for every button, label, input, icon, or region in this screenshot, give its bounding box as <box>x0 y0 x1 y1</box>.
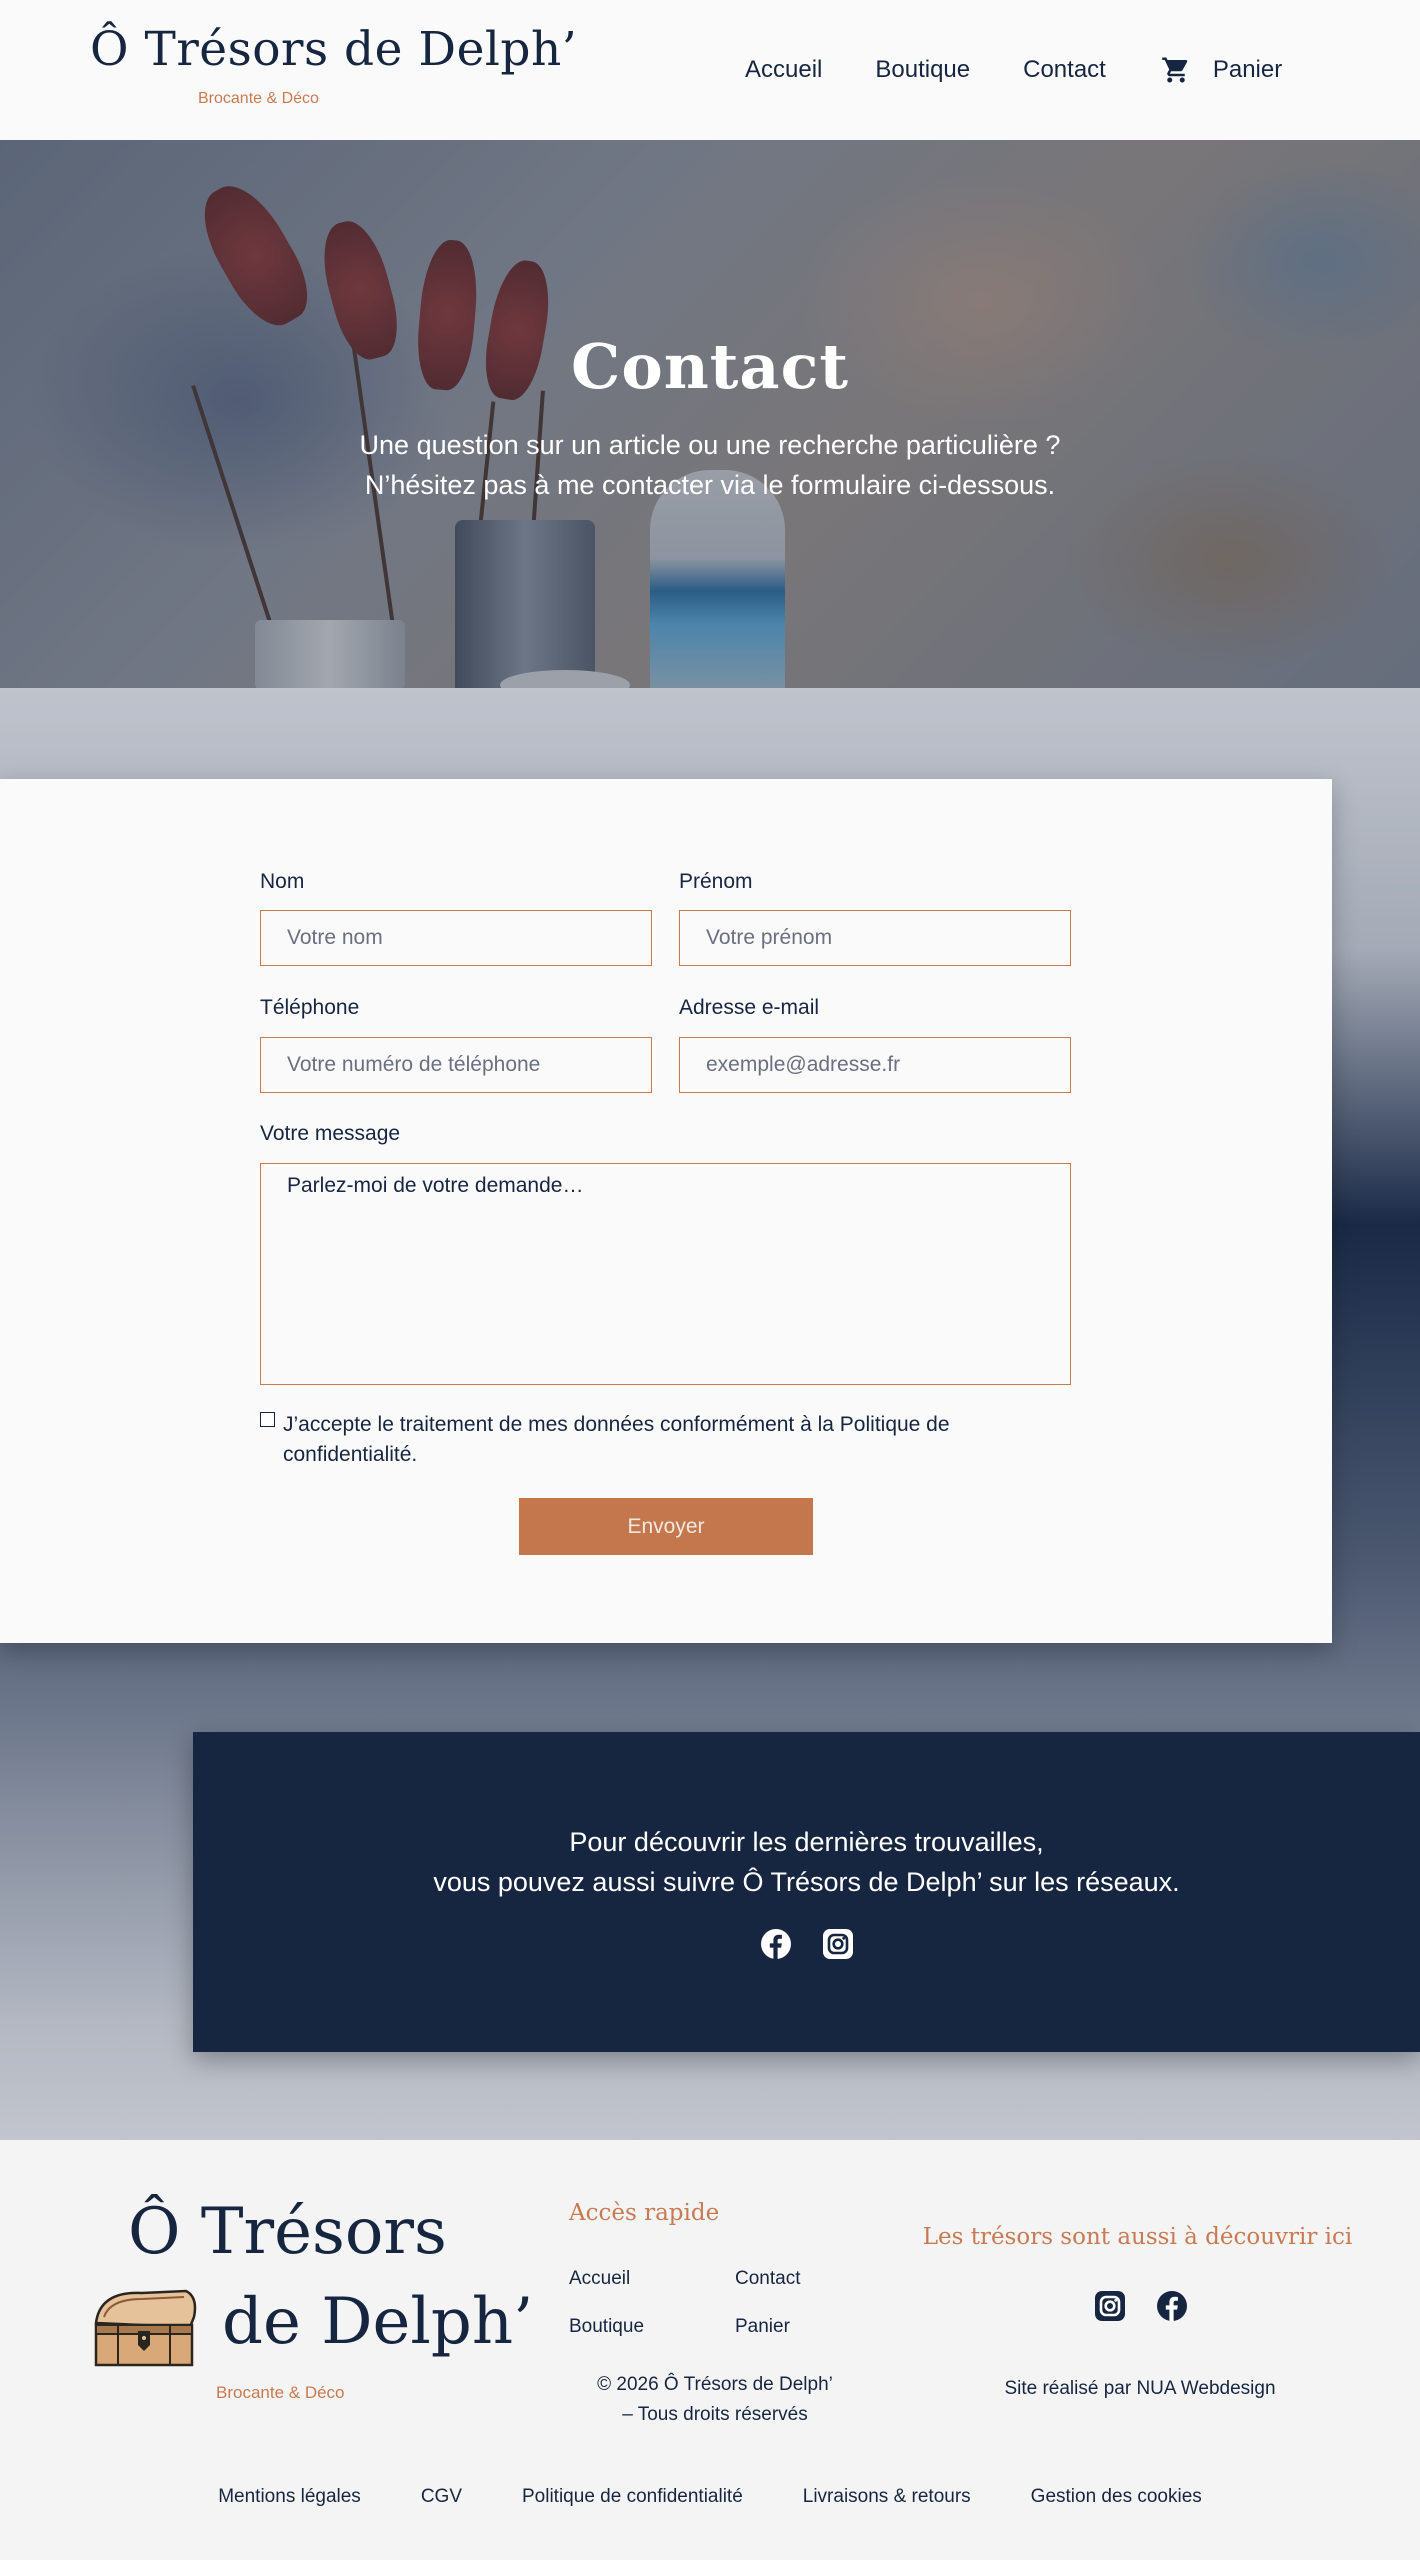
main-nav: Accueil Boutique Contact Panier <box>745 55 1282 85</box>
prenom-input[interactable] <box>679 910 1071 966</box>
hero-banner: Contact Une question sur un article ou u… <box>0 140 1420 688</box>
footer-logo[interactable]: Ô Trésors de Delph’ Brocante & Déco <box>90 2195 533 2402</box>
copyright: © 2026 Ô Trésors de Delph’ – Tous droits… <box>560 2370 870 2430</box>
social-banner-icons <box>193 1928 1420 1960</box>
page-title: Contact <box>571 330 849 403</box>
consent-text: J’accepte le traitement de mes données c… <box>283 1413 950 1466</box>
logo-title: Ô Trésors de Delph’ <box>90 22 578 77</box>
nav-item-contact[interactable]: Contact <box>1023 56 1106 84</box>
consent-row[interactable]: J’accepte le traitement de mes données c… <box>260 1410 1080 1470</box>
footer-logo-line1: Ô Trésors <box>128 2195 447 2269</box>
legal-link-cookies[interactable]: Gestion des cookies <box>1031 2486 1202 2508</box>
legal-link-shipping[interactable]: Livraisons & retours <box>803 2486 971 2508</box>
footer-logo-line2: de Delph’ <box>222 2285 534 2359</box>
nav-panier-label: Panier <box>1212 56 1283 83</box>
legal-link-cgv[interactable]: CGV <box>421 2486 462 2508</box>
message-label: Votre message <box>260 1122 401 1145</box>
footer-link-boutique[interactable]: Boutique <box>569 2316 644 2338</box>
copyright-line2: – Tous droits réservés <box>622 2404 808 2425</box>
logo-tagline: Brocante & Déco <box>198 90 319 107</box>
email-input[interactable] <box>679 1037 1071 1093</box>
footer-social-title: Les trésors sont aussi à découvrir ici <box>922 2224 1353 2250</box>
footer-link-accueil[interactable]: Accueil <box>569 2268 630 2290</box>
telephone-input[interactable] <box>260 1037 652 1093</box>
nav-item-accueil[interactable]: Accueil <box>745 56 822 84</box>
site-header: Ô Trésors de Delph’ Brocante & Déco Accu… <box>0 0 1420 140</box>
nom-input[interactable] <box>260 910 652 966</box>
social-banner: Pour découvrir les dernières trouvailles… <box>193 1732 1420 2052</box>
hero-subtitle-line2: N’hésitez pas à me contacter via le form… <box>364 470 1056 500</box>
copyright-line1: © 2026 Ô Trésors de Delph’ <box>597 2374 833 2395</box>
legal-nav: Mentions légales CGV Politique de confid… <box>0 2486 1420 2508</box>
email-label: Adresse e-mail <box>679 996 820 1019</box>
social-banner-text: Pour découvrir les dernières trouvailles… <box>193 1822 1420 1902</box>
nav-item-panier[interactable]: Panier <box>1161 55 1282 85</box>
send-button[interactable]: Envoyer <box>519 1498 813 1555</box>
social-banner-line2: vous pouvez aussi suivre Ô Trésors de De… <box>433 1867 1180 1897</box>
legal-link-mentions[interactable]: Mentions légales <box>218 2486 361 2508</box>
consent-checkbox[interactable] <box>260 1412 275 1427</box>
footer-social-icons <box>1094 2290 1218 2322</box>
prenom-label: Prénom <box>679 870 753 893</box>
instagram-icon[interactable] <box>1094 2290 1126 2322</box>
footer-logo-tagline: Brocante & Déco <box>216 2383 345 2402</box>
cart-icon <box>1162 57 1188 83</box>
quick-access-title: Accès rapide <box>569 2200 720 2226</box>
nom-label: Nom <box>260 870 305 893</box>
facebook-icon[interactable] <box>1156 2290 1188 2322</box>
hero-subtitle: Une question sur un article ou une reche… <box>0 425 1420 505</box>
message-textarea[interactable] <box>260 1163 1071 1385</box>
footer-link-contact[interactable]: Contact <box>735 2268 800 2290</box>
site-credit: Site réalisé par NUA Webdesign <box>1004 2378 1276 2399</box>
instagram-icon[interactable] <box>822 1928 854 1960</box>
social-banner-line1: Pour découvrir les dernières trouvailles… <box>569 1827 1044 1857</box>
footer-link-panier[interactable]: Panier <box>735 2316 790 2338</box>
nav-item-boutique[interactable]: Boutique <box>875 56 970 84</box>
treasure-chest-icon <box>94 2289 197 2367</box>
site-logo[interactable]: Ô Trésors de Delph’ Brocante & Déco <box>90 22 578 117</box>
hero-subtitle-line1: Une question sur un article ou une reche… <box>359 430 1061 460</box>
legal-link-privacy[interactable]: Politique de confidentialité <box>522 2486 743 2508</box>
facebook-icon[interactable] <box>760 1928 792 1960</box>
telephone-label: Téléphone <box>260 996 360 1019</box>
